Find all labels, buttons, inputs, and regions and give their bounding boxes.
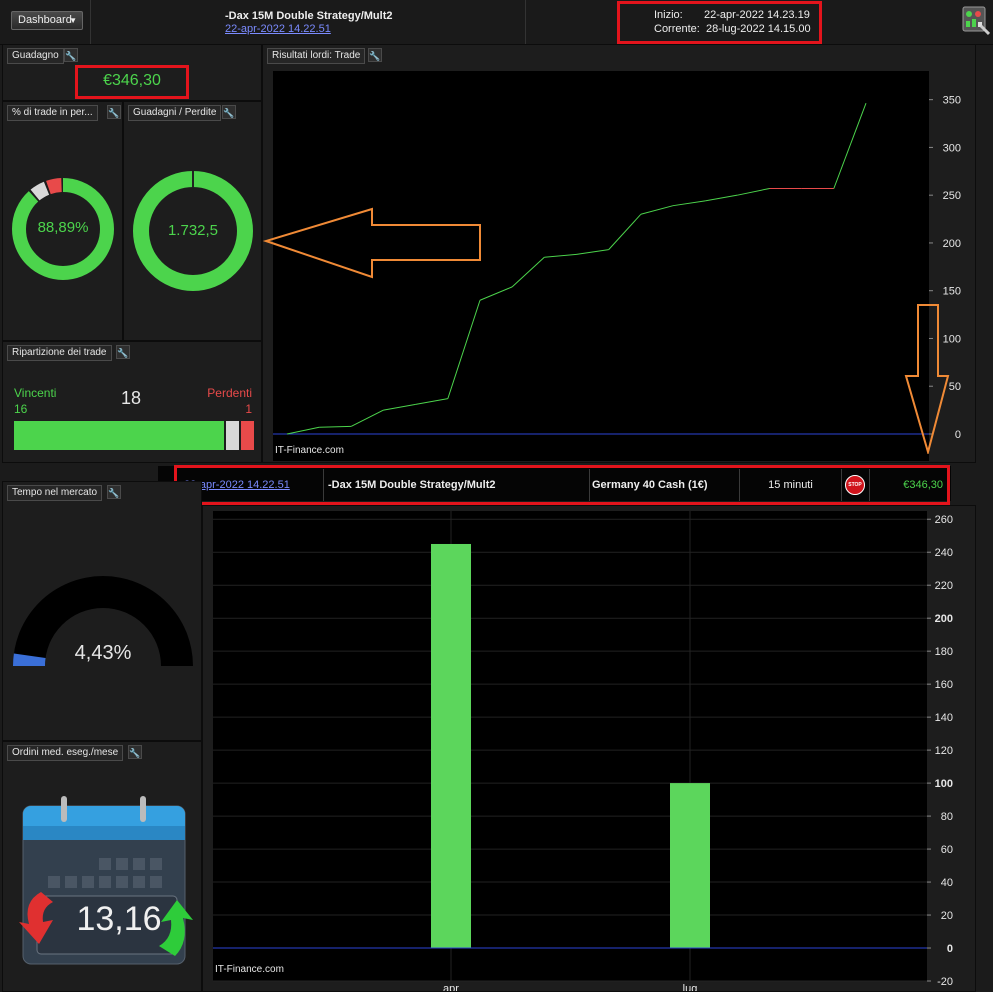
y-tick-label: 240 (935, 547, 953, 559)
y-tick-label: 150 (943, 286, 961, 298)
divider (90, 0, 91, 44)
y-tick-label: 80 (941, 811, 953, 823)
win-count: 16 (14, 402, 28, 416)
equity-segment (351, 409, 384, 427)
y-tick-label: 350 (943, 95, 961, 107)
y-tick-label: 0 (955, 429, 961, 441)
equity-segment (286, 426, 320, 435)
equity-segment (640, 205, 674, 215)
guadagno-title: Guadagno (7, 48, 64, 64)
y-tick-label: 140 (935, 712, 953, 724)
neutral-segment (225, 421, 239, 450)
equity-segment (511, 256, 545, 288)
trade-split-bar (14, 421, 254, 450)
y-tick-label: 250 (943, 190, 961, 202)
tempo-panel: Tempo nel mercato 🔧 4,43% (2, 481, 202, 741)
dashboard-label: Dashboard (18, 14, 72, 26)
gainloss-value: 1.732,5 (167, 222, 219, 239)
wrench-icon[interactable]: 🔧 (107, 485, 121, 499)
equity-segment (479, 286, 513, 301)
loss-count: 1 (245, 402, 252, 416)
equity-segment (576, 249, 609, 255)
ordini-panel: Ordini med. eseg./mese 🔧 13,16 (2, 741, 202, 992)
ripartizione-panel: Ripartizione dei trade 🔧 Vincenti 16 18 … (2, 341, 262, 463)
y-tick-label: 200 (943, 238, 961, 250)
y-tick-label: 40 (941, 877, 953, 889)
dashboard-settings-icon[interactable] (962, 6, 991, 36)
calendar-icon (19, 796, 193, 965)
monthly-panel: -20 0 20 40 60 80 100 120 140 160 180 200 220 240 260 a… (202, 505, 976, 992)
y-tick-label: 100 (935, 778, 953, 790)
y-tick-label: 180 (935, 646, 953, 658)
equity-segment (415, 398, 448, 405)
equity-segment (319, 425, 352, 428)
line-chart-watermark: IT-Finance.com (275, 445, 344, 456)
equity-segment (833, 103, 867, 189)
wrench-icon[interactable]: 🔧 (116, 345, 130, 359)
wrench-icon[interactable]: 🔧 (107, 105, 121, 119)
divider (525, 0, 526, 44)
month-bar (431, 543, 471, 949)
x-tick-label: lug (683, 983, 698, 992)
tempo-value: 4,43% (74, 642, 132, 664)
strategy-date-link[interactable]: 22-apr-2022 14.22.51 (225, 23, 331, 35)
equity-segment (672, 200, 706, 207)
top-bar: Dashboard ▼ -Dax 15M Double Strategy/Mul… (0, 0, 993, 45)
x-tick-label: apr (443, 983, 459, 992)
wrench-icon[interactable]: 🔧 (128, 745, 142, 759)
month-bar (670, 783, 710, 949)
date-range-highlight (617, 1, 822, 44)
y-tick-label: 120 (935, 745, 953, 757)
y-tick-label: -20 (937, 976, 953, 988)
guadagno-highlight (75, 65, 189, 99)
equity-segment (608, 213, 642, 250)
equity-segment (705, 194, 738, 202)
equity-segment (383, 403, 416, 411)
down-arrow-annotation (904, 304, 950, 454)
equity-segment (544, 253, 577, 258)
y-tick-label: 0 (947, 943, 953, 955)
monthly-bar-chart: -20 0 20 40 60 80 100 120 140 160 180 200 220 240 260 a… (213, 511, 953, 992)
y-tick-label: 300 (943, 142, 961, 154)
loss-label: Perdenti (207, 386, 252, 400)
dashboard-dropdown[interactable]: Dashboard ▼ (11, 11, 83, 30)
total-trades: 18 (121, 388, 142, 408)
winrate-panel: % di trade in per... 🔧 88,89% (2, 101, 123, 341)
gainloss-title: Guadagni / Perdite (128, 105, 222, 121)
y-tick-label: 160 (935, 679, 953, 691)
ripartizione-title: Ripartizione dei trade (7, 345, 112, 361)
trade-row-highlight (174, 465, 950, 505)
ordini-title: Ordini med. eseg./mese (7, 745, 124, 761)
y-tick-label: 20 (941, 910, 953, 922)
y-tick-label: 200 (935, 613, 953, 625)
y-tick-label: 260 (935, 514, 953, 526)
equity-segment (737, 188, 770, 196)
y-tick-label: 60 (941, 844, 953, 856)
tempo-title: Tempo nel mercato (7, 485, 103, 501)
wrench-icon[interactable]: 🔧 (222, 105, 236, 119)
gainloss-panel: Guadagni / Perdite 🔧 1.732,5 (123, 101, 262, 341)
strategy-name: -Dax 15M Double Strategy/Mult2 (225, 10, 393, 22)
left-arrow-annotation (262, 207, 481, 279)
wrench-icon[interactable]: 🔧 (64, 48, 78, 62)
equity-segment (447, 300, 481, 399)
loss-segment (240, 421, 254, 450)
winrate-value: 88,89% (37, 219, 89, 236)
chevron-down-icon: ▼ (69, 16, 77, 25)
win-label: Vincenti (14, 386, 57, 400)
guadagno-panel: Guadagno 🔧 €346,30 (2, 44, 262, 101)
bar-chart-watermark: IT-Finance.com (215, 964, 284, 975)
winrate-title: % di trade in per... (7, 105, 98, 121)
win-segment (14, 421, 224, 450)
ordini-value: 13,16 (76, 900, 162, 938)
y-tick-label: 220 (935, 580, 953, 592)
